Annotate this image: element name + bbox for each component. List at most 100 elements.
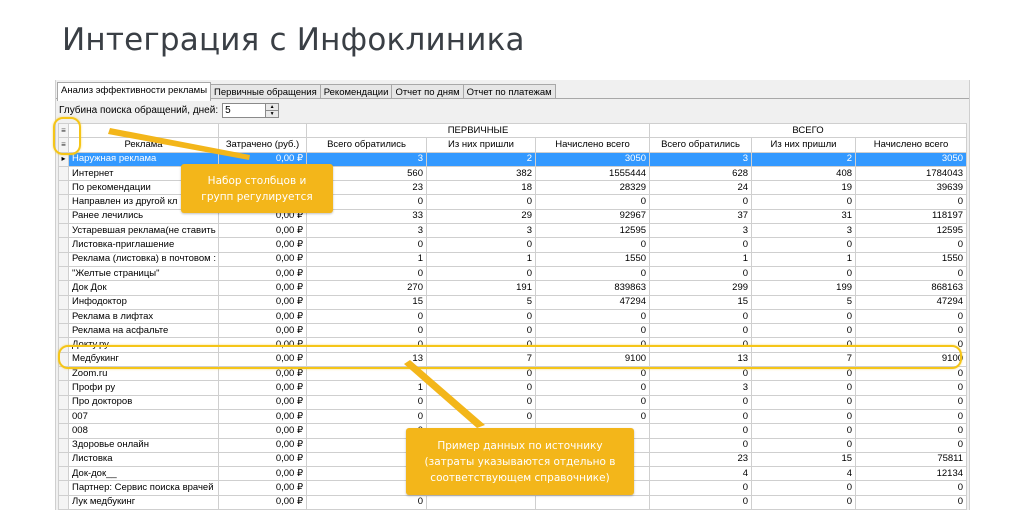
cell-t-total[interactable]: 0 [649, 480, 753, 496]
cell-t-total[interactable]: 0 [649, 408, 753, 425]
cell-p-sum[interactable]: 0 [534, 265, 651, 282]
cell-t-total[interactable]: 4 [649, 466, 753, 482]
table-row[interactable]: Устаревшая реклама(не ставить 0,00 ₽3 3 125… [58, 223, 968, 239]
cell-t-came[interactable]: 0 [751, 265, 857, 282]
cell-t-total[interactable]: 0 [649, 437, 753, 453]
cell-p-total[interactable]: 0 [306, 408, 427, 425]
cell-t-total[interactable]: 0 [649, 394, 753, 410]
cell-source-name[interactable]: Док-док__ [68, 466, 219, 482]
cell-t-sum[interactable]: 0 [855, 380, 968, 396]
cell-spent[interactable]: 0,00 ₽ [218, 408, 307, 425]
cell-t-sum[interactable]: 0 [855, 337, 968, 353]
cell-t-came[interactable]: 5 [751, 294, 857, 310]
row-indicator[interactable] [58, 494, 69, 510]
cell-spent[interactable]: 0,00 ₽ [218, 251, 307, 267]
table-row[interactable]: Реклама (листовка) в почтовом :0,00 ₽1 1 1… [58, 251, 968, 267]
cell-t-total[interactable]: 0 [649, 366, 753, 382]
cell-t-total[interactable]: 0 [649, 423, 753, 439]
table-row[interactable]: Zoom.ru 0,00 ₽0 0 0 0 0 [58, 366, 968, 382]
cell-p-came[interactable]: 2 [426, 151, 536, 167]
cell-t-sum[interactable]: 868163 [855, 280, 968, 296]
cell-spent[interactable]: 0,00 ₽ [218, 423, 307, 439]
cell-p-total[interactable] [306, 366, 427, 382]
row-indicator[interactable] [58, 351, 69, 368]
cell-t-came[interactable]: 4 [751, 466, 857, 482]
cell-source-name[interactable]: 007 [68, 408, 219, 425]
row-indicator[interactable] [58, 366, 69, 382]
cell-t-total[interactable]: 0 [649, 494, 753, 510]
column-header-2[interactable]: Затрачено (руб.) [218, 137, 307, 153]
cell-spent[interactable]: 0,00 ₽ [218, 308, 307, 325]
cell-source-name[interactable]: "Желтые страницы" [68, 265, 219, 282]
cell-p-total[interactable]: 0 [306, 265, 427, 282]
cell-p-sum[interactable]: 839863 [534, 280, 651, 296]
cell-spent[interactable]: 0,00 ₽ [218, 466, 307, 482]
cell-t-total[interactable]: 37 [649, 208, 753, 225]
row-indicator[interactable] [58, 165, 69, 182]
cell-source-name[interactable]: Реклама на асфальте [68, 323, 219, 339]
table-row[interactable]: 007 0,00 ₽0 0 0 0 0 0 [58, 408, 968, 425]
cell-p-sum[interactable]: 0 [534, 323, 651, 339]
row-indicator[interactable] [58, 265, 69, 282]
cell-spent[interactable]: 0,00 ₽ [218, 280, 307, 296]
cell-t-came[interactable]: 0 [751, 194, 857, 210]
column-header-1[interactable]: Реклама [68, 137, 219, 153]
cell-spent[interactable]: 0,00 ₽ [218, 480, 307, 496]
cell-t-total[interactable]: 0 [649, 265, 753, 282]
cell-p-total[interactable]: 1 [306, 251, 427, 267]
table-row[interactable]: Докту.ру 0,00 ₽0 0 0 0 0 0 [58, 337, 968, 353]
cell-p-total[interactable]: 0 [306, 494, 427, 510]
cell-source-name[interactable]: Инфодоктор [68, 294, 219, 310]
cell-t-sum[interactable]: 0 [855, 480, 968, 496]
cell-t-came[interactable]: 19 [751, 180, 857, 196]
row-indicator[interactable] [58, 180, 69, 196]
cell-t-came[interactable]: 3 [751, 223, 857, 239]
cell-t-total[interactable]: 3 [649, 380, 753, 396]
cell-t-sum[interactable]: 47294 [855, 294, 968, 310]
row-indicator[interactable] [58, 380, 69, 396]
cell-p-came[interactable]: 0 [426, 380, 536, 396]
cell-p-came[interactable]: 0 [426, 394, 536, 410]
cell-source-name[interactable]: Листовка [68, 451, 219, 468]
cell-t-sum[interactable]: 75811 [855, 451, 968, 468]
cell-t-sum[interactable]: 0 [855, 423, 968, 439]
cell-spent[interactable]: 0,00 ₽ [218, 380, 307, 396]
cell-spent[interactable]: 0,00 ₽ [218, 294, 307, 310]
row-pointer-icon[interactable]: ▸ [58, 151, 69, 167]
cell-p-sum[interactable]: 12595 [534, 223, 651, 239]
cell-p-total[interactable]: 0 [306, 308, 427, 325]
spinner-down-icon[interactable]: ▼ [266, 109, 279, 117]
cell-source-name[interactable]: Устаревшая реклама(не ставить [68, 223, 219, 239]
cell-p-sum[interactable]: 0 [534, 408, 651, 425]
cell-spent[interactable]: 0,00 ₽ [218, 494, 307, 510]
cell-t-sum[interactable]: 118197 [855, 208, 968, 225]
cell-t-sum[interactable]: 1550 [855, 251, 968, 267]
cell-t-came[interactable]: 0 [751, 366, 857, 382]
cell-t-sum[interactable]: 39639 [855, 180, 968, 196]
cell-t-came[interactable]: 0 [751, 380, 857, 396]
cell-t-total[interactable]: 0 [649, 194, 753, 210]
cell-t-came[interactable]: 1 [751, 251, 857, 267]
cell-t-total[interactable]: 23 [649, 451, 753, 468]
cell-t-sum[interactable]: 3050 [855, 151, 968, 167]
row-indicator[interactable] [58, 437, 69, 453]
cell-t-came[interactable]: 408 [751, 165, 857, 182]
cell-t-came[interactable]: 0 [751, 323, 857, 339]
cell-p-came[interactable]: 3 [426, 223, 536, 239]
cell-t-sum[interactable]: 0 [855, 437, 968, 453]
cell-p-sum[interactable]: 0 [534, 337, 651, 353]
cell-p-sum[interactable]: 0 [534, 380, 651, 396]
row-indicator[interactable] [58, 423, 69, 439]
row-indicator[interactable] [58, 194, 69, 210]
column-header-4[interactable]: Из них пришли [426, 137, 536, 153]
table-row[interactable]: Медбукинг 0,00 ₽13 7 9100 13 7 9100 [58, 351, 968, 368]
cell-p-came[interactable]: 382 [426, 165, 536, 182]
cell-spent[interactable]: 0,00 ₽ [218, 366, 307, 382]
cell-t-came[interactable]: 0 [751, 437, 857, 453]
cell-t-sum[interactable]: 0 [855, 194, 968, 210]
cell-p-total[interactable]: 270 [306, 280, 427, 296]
cell-source-name[interactable]: Профи ру [68, 380, 219, 396]
cell-spent[interactable]: 0,00 ₽ [218, 337, 307, 353]
row-indicator[interactable] [58, 408, 69, 425]
cell-p-came[interactable]: 0 [426, 237, 536, 253]
